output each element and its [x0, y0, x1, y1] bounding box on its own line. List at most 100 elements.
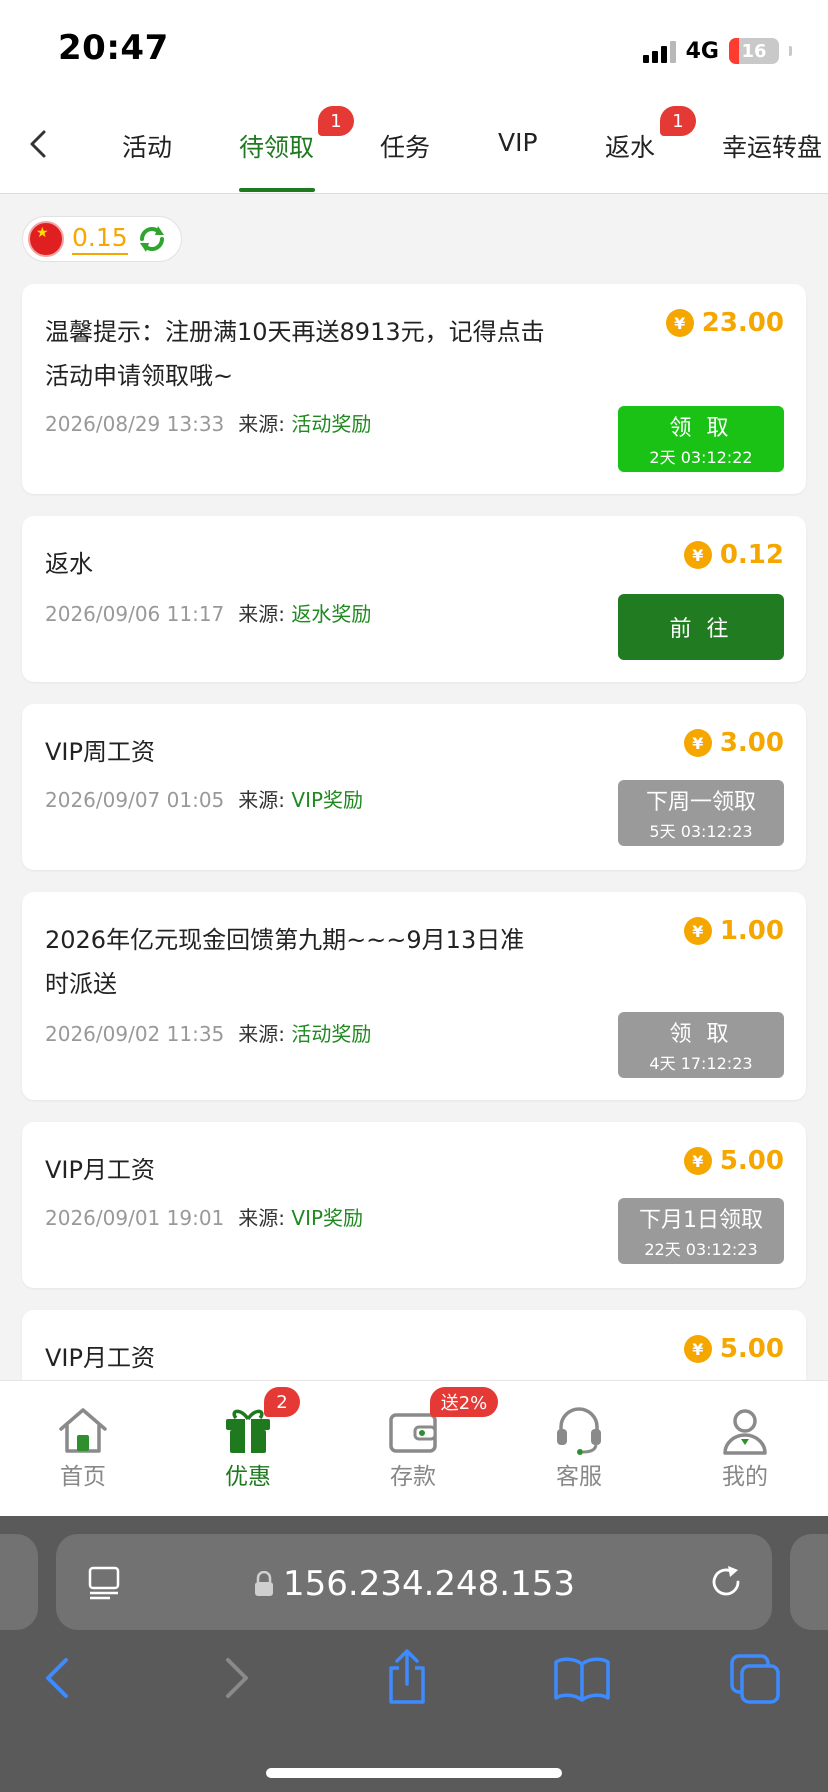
reward-meta: 2026/09/07 01:05 来源: VIP奖励 [45, 784, 363, 813]
bottom-nav: 首页 优惠 2 存款 送2% 客服 我的 [0, 1380, 828, 1516]
reward-meta: 2026/09/06 11:17 来源: 返水奖励 [45, 598, 371, 627]
tab-tasks[interactable]: 任务 [380, 128, 430, 164]
tab-pending[interactable]: 待领取 [239, 128, 314, 164]
battery-level: 16 [741, 40, 767, 62]
reward-date: 2026/09/07 01:05 [45, 788, 225, 812]
claim-button[interactable]: 领 取 2天 03:12:22 [618, 406, 784, 472]
reward-card: VIP周工资 2026/09/07 01:05 来源: VIP奖励 ¥3.00 下… [22, 704, 806, 870]
reward-source-label: 来源: [238, 602, 286, 626]
battery-tip [789, 46, 792, 56]
balance-value: 0.15 [72, 223, 128, 255]
nav-home[interactable]: 首页 [28, 1405, 138, 1491]
nav-deposit[interactable]: 存款 [358, 1405, 468, 1491]
url-text: 156.234.248.153 [56, 1564, 772, 1604]
tab-vip[interactable]: VIP [498, 128, 538, 157]
yuan-coin-icon: ¥ [683, 917, 712, 945]
signal-icon [642, 39, 676, 63]
url-bar[interactable]: 156.234.248.153 [56, 1534, 772, 1630]
yuan-coin-icon: ¥ [665, 309, 694, 337]
yuan-coin-icon: ¥ [683, 541, 712, 569]
reward-source-label: 来源: [238, 1206, 286, 1230]
nav-support-label: 客服 [556, 1464, 602, 1490]
nav-profile[interactable]: 我的 [690, 1405, 800, 1491]
nav-promotions-badge: 2 [264, 1387, 300, 1417]
balance-pill: 0.15 [22, 216, 182, 262]
claim-next-month-button[interactable]: 下月1日领取 22天 03:12:23 [618, 1198, 784, 1264]
tabs-icon[interactable] [728, 1652, 782, 1706]
reward-amount: ¥23.00 [665, 308, 784, 338]
reward-title: VIP周工资 [45, 738, 155, 766]
tab-active-underline [239, 188, 315, 192]
reward-meta: 2026/08/29 13:33 来源: 活动奖励 [45, 408, 371, 437]
claim-countdown: 4天 17:12:23 [649, 1054, 753, 1073]
tab-activity[interactable]: 活动 [122, 128, 172, 164]
tab-nav: 活动 待领取 1 任务 VIP 返水 1 幸运转盘 [0, 96, 828, 194]
nav-profile-label: 我的 [722, 1464, 768, 1490]
nav-promotions[interactable]: 优惠 [193, 1405, 303, 1491]
browser-back-icon[interactable] [38, 1654, 78, 1702]
reward-title: 温馨提示：注册满10天再送8913元，记得点击活动申请领取哦~ [45, 318, 545, 390]
reward-date: 2026/08/29 13:33 [45, 412, 225, 436]
reward-meta: 2026/09/02 11:35 来源: 活动奖励 [45, 1018, 371, 1047]
prev-tab-preview[interactable] [0, 1534, 38, 1630]
refresh-icon[interactable] [136, 223, 168, 255]
reward-source-label: 来源: [238, 1022, 286, 1046]
reward-title: 返水 [45, 550, 93, 578]
user-icon [723, 1409, 767, 1455]
claim-button[interactable]: 领 取 4天 17:12:23 [618, 1012, 784, 1078]
reward-amount-value: 5.00 [719, 1146, 784, 1176]
reward-meta: 2026/09/01 19:01 来源: VIP奖励 [45, 1202, 363, 1231]
reward-source: 活动奖励 [291, 412, 372, 436]
browser-toolbar: 156.234.248.153 [0, 1516, 828, 1792]
status-time: 20:47 [58, 28, 169, 68]
claim-next-monday-button[interactable]: 下周一领取 5天 03:12:23 [618, 780, 784, 846]
claim-button-label: 下月1日领取 [639, 1208, 763, 1233]
reward-card: VIP月工资 2026/09/01 19:01 来源: VIP奖励 ¥5.00 下… [22, 1122, 806, 1288]
next-tab-preview[interactable] [790, 1534, 828, 1630]
battery-icon: 16 [729, 38, 779, 64]
claim-button-label: 领 取 [669, 416, 733, 441]
reward-title: VIP月工资 [45, 1344, 155, 1372]
reward-date: 2026/09/06 11:17 [45, 602, 225, 626]
reward-title: VIP月工资 [45, 1156, 155, 1184]
status-indicators: 4G 16 [642, 36, 792, 66]
url-value: 156.234.248.153 [282, 1564, 575, 1604]
home-icon [59, 1408, 107, 1453]
home-indicator [266, 1768, 562, 1778]
claim-countdown: 2天 03:12:22 [649, 448, 753, 467]
reward-amount-value: 3.00 [719, 728, 784, 758]
status-bar: 20:47 4G 16 [0, 0, 828, 96]
reward-amount-value: 1.00 [719, 916, 784, 946]
reward-source: VIP奖励 [291, 1206, 364, 1230]
reward-card: 2026年亿元现金回馈第九期~~~9月13日准时派送 2026/09/02 11… [22, 892, 806, 1100]
lock-icon [254, 1570, 273, 1596]
reload-icon[interactable] [708, 1564, 744, 1600]
china-flag-icon [28, 221, 64, 257]
reward-source: 返水奖励 [291, 602, 372, 626]
nav-deposit-badge: 送2% [430, 1387, 498, 1417]
yuan-coin-icon: ¥ [683, 1147, 712, 1175]
reward-source-label: 来源: [238, 412, 286, 436]
share-icon[interactable] [382, 1648, 432, 1706]
reward-source: 活动奖励 [291, 1022, 372, 1046]
back-arrow-icon[interactable] [22, 126, 58, 162]
tab-lucky-wheel[interactable]: 幸运转盘 [722, 128, 822, 164]
browser-forward-icon[interactable] [216, 1654, 256, 1702]
reward-date: 2026/09/01 19:01 [45, 1206, 225, 1230]
claim-button-label: 领 取 [669, 1022, 733, 1047]
reward-title: 2026年亿元现金回馈第九期~~~9月13日准时派送 [45, 926, 525, 998]
claim-button-label: 下周一领取 [645, 790, 756, 815]
reward-amount: ¥3.00 [683, 728, 784, 758]
network-label: 4G [685, 38, 719, 64]
nav-promotions-label: 优惠 [225, 1464, 271, 1490]
reward-card: 返水 2026/09/06 11:17 来源: 返水奖励 ¥0.12 前 往 [22, 516, 806, 682]
tab-rebate-badge: 1 [660, 106, 696, 136]
bookmarks-icon[interactable] [552, 1656, 612, 1702]
reward-amount: ¥5.00 [683, 1146, 784, 1176]
nav-support[interactable]: 客服 [524, 1405, 634, 1491]
reward-amount-value: 23.00 [701, 308, 784, 338]
reward-source-label: 来源: [238, 788, 286, 812]
reward-card: 温馨提示：注册满10天再送8913元，记得点击活动申请领取哦~ 2026/08/… [22, 284, 806, 494]
go-button[interactable]: 前 往 [618, 594, 784, 660]
tab-rebate[interactable]: 返水 [605, 128, 655, 164]
